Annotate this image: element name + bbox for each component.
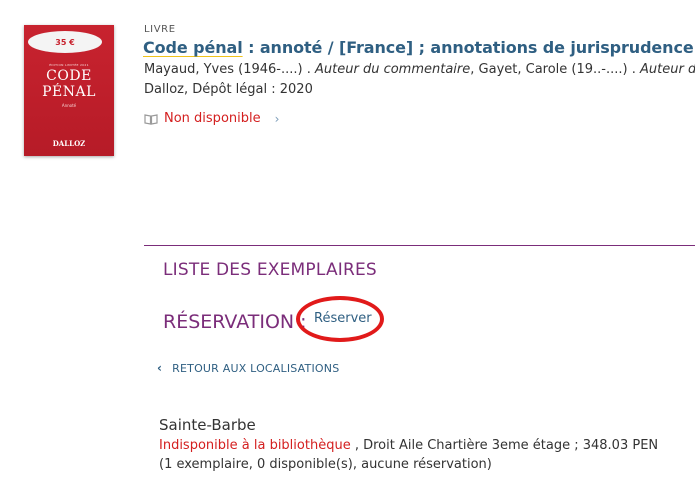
page: 35 € ÉDITION LIMITÉE 2021 CODE PÉNAL Ann… <box>0 0 695 490</box>
document-type-label: LIVRE <box>144 24 176 35</box>
book-cover-image[interactable]: 35 € ÉDITION LIMITÉE 2021 CODE PÉNAL Ann… <box>24 25 114 156</box>
location-status-line: Indisponible à la bibliothèque , Droit A… <box>159 438 658 453</box>
location-availability-status: Indisponible à la bibliothèque <box>159 438 351 453</box>
cover-publisher-logo: DALLOZ <box>52 139 86 148</box>
location-copy-count: (1 exemplaire, 0 disponible(s), aucune r… <box>159 457 492 472</box>
cover-title-line1: CODE <box>46 68 92 84</box>
open-book-icon <box>144 113 158 125</box>
author-2-role: Auteur du commentaire <box>640 62 695 77</box>
availability-label[interactable]: Non disponible <box>164 111 261 126</box>
author-1-role: Auteur du commentaire <box>315 62 471 77</box>
cover-edition: ÉDITION LIMITÉE 2021 <box>49 63 89 67</box>
record-title-rest[interactable]: : annoté / [France] ; annotations de jur… <box>243 38 695 57</box>
back-link-label[interactable]: RETOUR AUX LOCALISATIONS <box>172 362 339 375</box>
author-1[interactable]: Mayaud, Yves (1946-....) . <box>144 62 311 77</box>
price-sticker: 35 € <box>28 31 102 53</box>
chevron-left-icon: ‹ <box>157 361 163 375</box>
back-to-locations-link[interactable]: ‹ RETOUR AUX LOCALISATIONS <box>157 361 339 375</box>
chevron-right-icon[interactable]: › <box>275 112 280 126</box>
reservation-label: RÉSERVATION : <box>163 311 307 333</box>
section-divider <box>144 245 695 246</box>
record-title-main[interactable]: Code pénal <box>143 38 243 57</box>
reserve-button[interactable]: Réserver <box>314 311 372 326</box>
cover-title: CODE PÉNAL <box>24 68 114 100</box>
copies-list-heading: LISTE DES EXEMPLAIRES <box>163 260 377 280</box>
cover-subtitle: Annoté <box>61 103 77 108</box>
availability-status[interactable]: Non disponible › <box>144 111 279 126</box>
location-shelf-details: , Droit Aile Chartière 3eme étage ; 348.… <box>350 438 659 453</box>
record-title-link[interactable]: Code pénal : annoté / [France] ; annotat… <box>143 38 695 57</box>
cover-title-line2: PÉNAL <box>42 84 96 100</box>
author-2[interactable]: , Gayet, Carole (19..-....) . <box>470 62 636 77</box>
location-name: Sainte-Barbe <box>159 416 256 434</box>
record-publication: Dalloz, Dépôt légal : 2020 <box>144 82 313 97</box>
record-authors: Mayaud, Yves (1946-....) . Auteur du com… <box>144 62 695 77</box>
